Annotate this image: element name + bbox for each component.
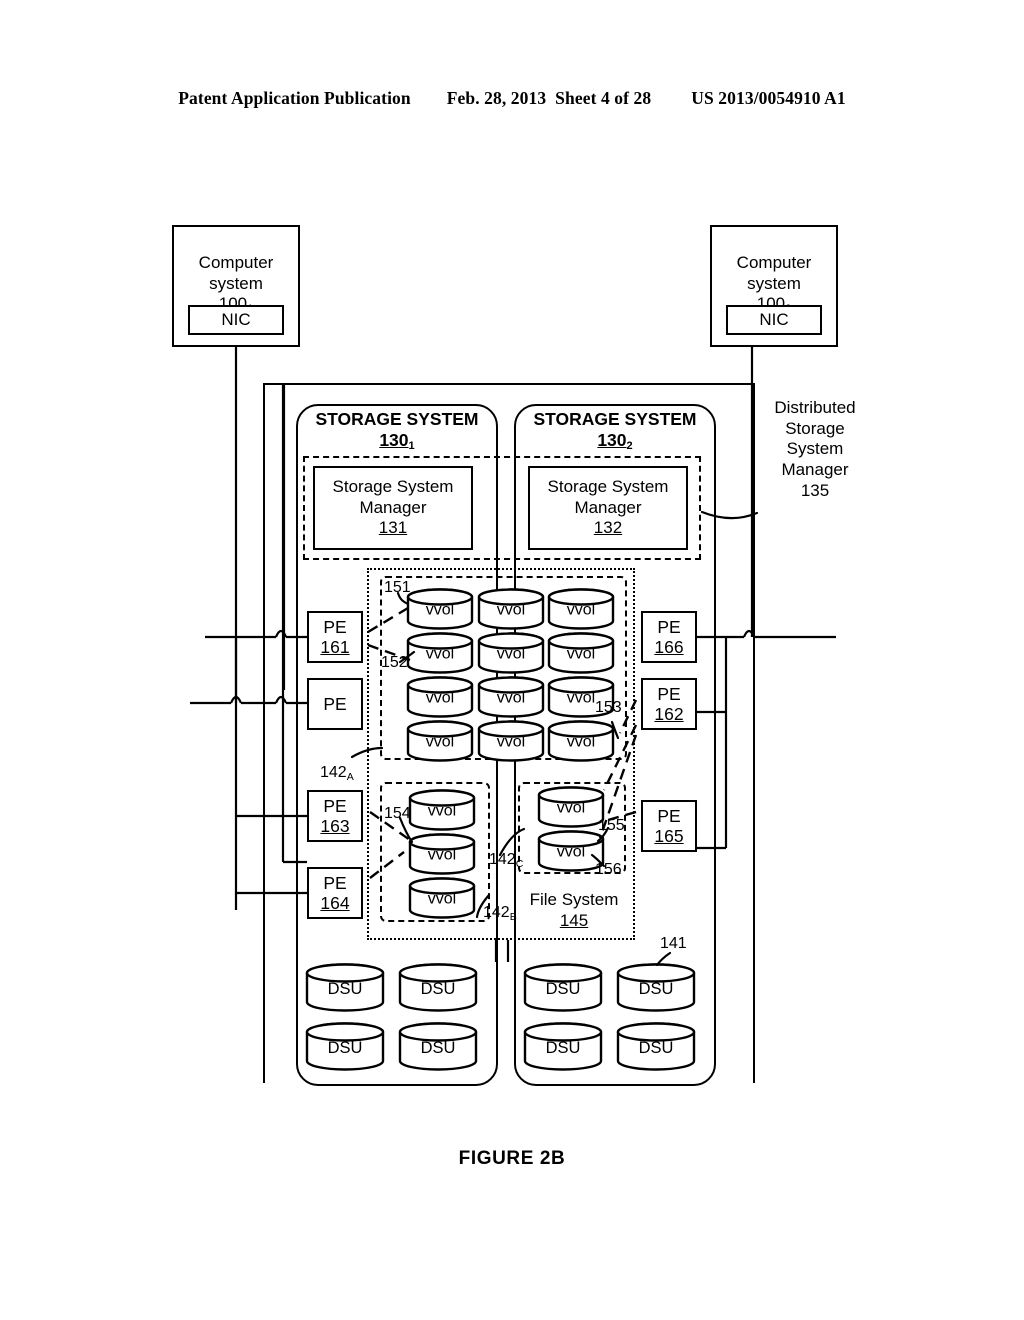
vvol-a-r0-c0[interactable]: vvol	[406, 588, 474, 630]
page-header: Patent Application Publication Feb. 28, 2…	[0, 88, 1024, 109]
ref-141: 141	[660, 935, 687, 952]
vvol-a-r1-c0[interactable]: vvol	[406, 632, 474, 674]
dsu-g0-3[interactable]: DSU	[398, 1022, 478, 1072]
pe-165[interactable]: PE 165	[641, 800, 697, 852]
pe-163[interactable]: PE 163	[307, 790, 363, 842]
ref-142c: 142C	[489, 851, 524, 870]
dsu-g0-1[interactable]: DSU	[398, 963, 478, 1013]
storage-system-manager-132-text: Storage System Manager 132	[547, 477, 669, 538]
ref-153: 153	[595, 699, 622, 716]
pe-166-text: PE 166	[654, 616, 684, 657]
vvol-b-0[interactable]: vvol	[408, 789, 476, 831]
computer-system-2[interactable]: Computer system 1002 NIC	[710, 225, 838, 347]
pe-162-text: PE 162	[654, 683, 684, 724]
vvol-a-r0-c2[interactable]: vvol	[547, 588, 615, 630]
vvol-b-2[interactable]: vvol	[408, 877, 476, 919]
pe-unlabeled[interactable]: PE	[307, 678, 363, 730]
ref-142b: 142B	[483, 904, 517, 923]
dsu-g1-0[interactable]: DSU	[523, 963, 603, 1013]
dsu-g1-1[interactable]: DSU	[616, 963, 696, 1013]
ref-156: 156	[595, 861, 622, 878]
pe-unlabeled-text: PE	[323, 693, 347, 714]
storage-system-manager-132[interactable]: Storage System Manager 132	[528, 466, 688, 550]
vvol-a-r1-c1[interactable]: vvol	[477, 632, 545, 674]
ref-155: 155	[598, 817, 625, 834]
nic-2[interactable]: NIC	[726, 305, 822, 335]
vvol-a-r1-c2[interactable]: vvol	[547, 632, 615, 674]
ref-152: 152	[381, 654, 408, 671]
header-sheet: Sheet 4 of 28	[555, 88, 652, 108]
pe-166[interactable]: PE 166	[641, 611, 697, 663]
pe-162[interactable]: PE 162	[641, 678, 697, 730]
storage-system-1-title: STORAGE SYSTEM 1301	[315, 409, 479, 452]
header-date: Feb. 28, 2013	[446, 88, 547, 108]
patent-figure-page: Patent Application Publication Feb. 28, 2…	[0, 0, 1024, 1320]
file-system-label: File System 145	[529, 890, 619, 930]
vvol-b-1[interactable]: vvol	[408, 833, 476, 875]
nic-1[interactable]: NIC	[188, 305, 284, 335]
vvol-a-r3-c0[interactable]: vvol	[406, 720, 474, 762]
ref-151: 151	[384, 579, 411, 596]
pe-164[interactable]: PE 164	[307, 867, 363, 919]
dsu-g1-2[interactable]: DSU	[523, 1022, 603, 1072]
figure-caption: FIGURE 2B	[458, 1148, 566, 1169]
pe-161[interactable]: PE 161	[307, 611, 363, 663]
header-publication: Patent Application Publication	[178, 88, 411, 108]
ref-142a: 142A	[320, 764, 354, 783]
pe-165-text: PE 165	[654, 805, 684, 846]
pe-161-text: PE 161	[320, 616, 350, 657]
vvol-c-0[interactable]: vvol	[537, 786, 605, 828]
storage-system-manager-131[interactable]: Storage System Manager 131	[313, 466, 473, 550]
vvol-a-r2-c1[interactable]: vvol	[477, 676, 545, 718]
computer-system-1[interactable]: Computer system 1001 NIC	[172, 225, 300, 347]
dsu-g0-2[interactable]: DSU	[305, 1022, 385, 1072]
distributed-storage-system-manager-label: Distributed Storage System Manager 135	[774, 398, 856, 500]
vvol-a-r3-c2[interactable]: vvol	[547, 720, 615, 762]
vvol-a-r0-c1[interactable]: vvol	[477, 588, 545, 630]
header-docnum: US 2013/0054910 A1	[691, 88, 846, 108]
storage-system-manager-131-text: Storage System Manager 131	[332, 477, 454, 538]
storage-system-2-title: STORAGE SYSTEM 1302	[533, 409, 697, 452]
vvol-a-r3-c1[interactable]: vvol	[477, 720, 545, 762]
ref-154: 154	[384, 805, 411, 822]
pe-164-text: PE 164	[320, 872, 350, 913]
header-date-sheet: Feb. 28, 2013 Sheet 4 of 28	[447, 88, 652, 109]
vvol-a-r2-c0[interactable]: vvol	[406, 676, 474, 718]
pe-163-text: PE 163	[320, 795, 350, 836]
dsu-g0-0[interactable]: DSU	[305, 963, 385, 1013]
dsu-g1-3[interactable]: DSU	[616, 1022, 696, 1072]
